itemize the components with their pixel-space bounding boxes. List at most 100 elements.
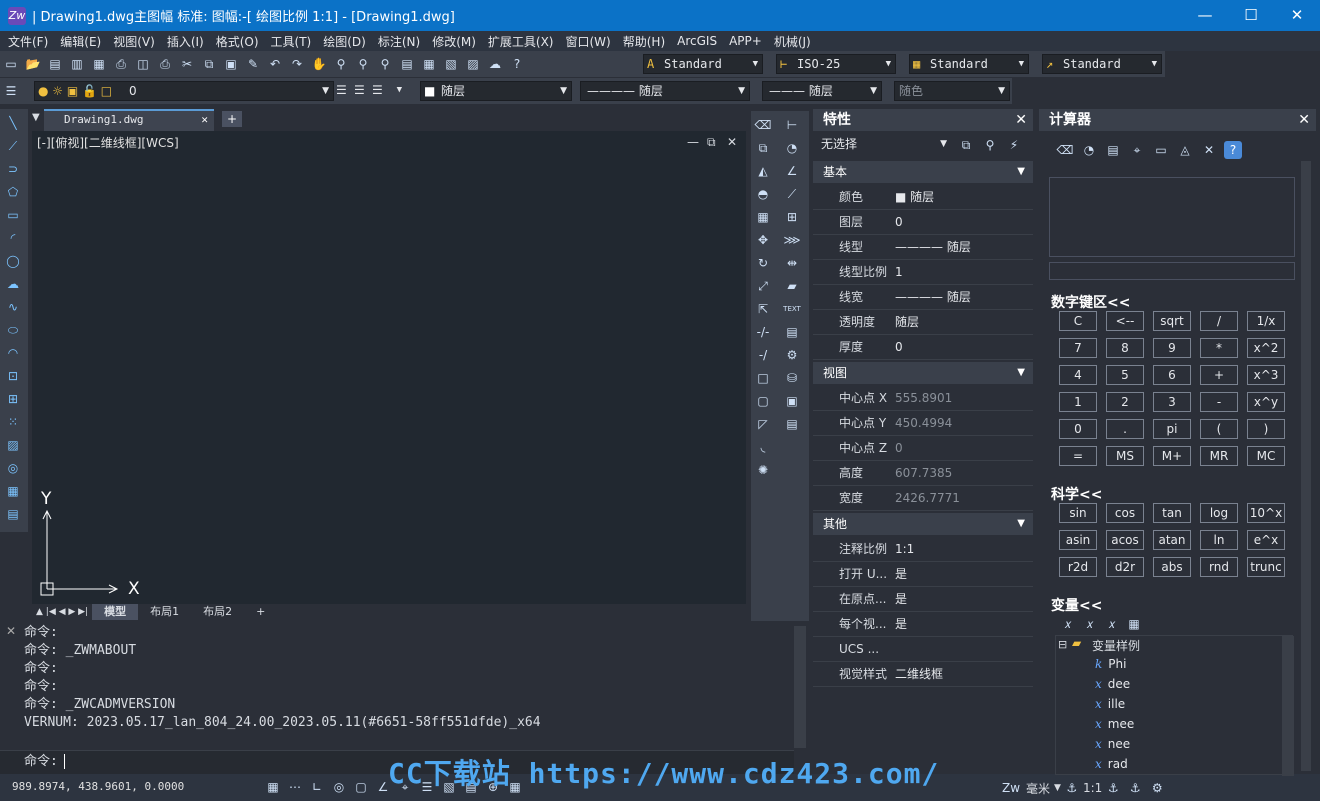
layer-previous-icon[interactable]: ☰ ☰ ☰: [336, 83, 383, 97]
cloud-icon[interactable]: ☁: [486, 55, 504, 73]
construction-line-icon[interactable]: ⟋: [4, 137, 22, 155]
point-icon[interactable]: ⁙: [4, 413, 22, 431]
menu-item-0[interactable]: 文件(F): [2, 33, 54, 50]
tab-layout2[interactable]: 布局2: [191, 604, 244, 620]
numpad-section-title[interactable]: 数字键区<<: [1051, 292, 1130, 312]
break-icon[interactable]: □: [754, 369, 772, 387]
dim-radius-icon[interactable]: ◔: [783, 139, 801, 157]
units-label[interactable]: 毫米: [1026, 780, 1050, 797]
menu-item-5[interactable]: 工具(T): [265, 33, 318, 50]
viewport-restore-icon[interactable]: ⧉: [707, 135, 716, 150]
join-icon[interactable]: ▢: [754, 392, 772, 410]
property-row[interactable]: 中心点 X 555.8901: [813, 386, 1033, 411]
menu-item-12[interactable]: ArcGIS: [671, 34, 723, 48]
cut-icon[interactable]: ✂: [178, 55, 196, 73]
property-row[interactable]: 颜色 ■ 随层: [813, 185, 1033, 210]
property-row[interactable]: 每个视... 是: [813, 612, 1033, 637]
line-icon[interactable]: ╲: [4, 114, 22, 132]
image-icon[interactable]: ▣: [783, 392, 801, 410]
sci-button[interactable]: abs: [1153, 557, 1191, 577]
copy-icon[interactable]: ⧉: [200, 55, 218, 73]
numpad-button[interactable]: +: [1200, 365, 1238, 385]
block-tool-icon[interactable]: ⚙: [783, 346, 801, 364]
numpad-button[interactable]: 0: [1059, 419, 1097, 439]
ortho-toggle-icon[interactable]: ∟: [308, 778, 326, 796]
sci-button[interactable]: d2r: [1106, 557, 1144, 577]
menu-item-8[interactable]: 修改(M): [426, 33, 482, 50]
distance-icon[interactable]: ▭: [1152, 141, 1170, 159]
numpad-button[interactable]: 2: [1106, 392, 1144, 412]
section-0-header[interactable]: 基本: [813, 161, 1033, 183]
dim-style-dropdown[interactable]: ⊢ ISO-25: [776, 54, 896, 74]
clear-icon[interactable]: ⌫: [1056, 141, 1074, 159]
match-properties-icon[interactable]: ✎: [244, 55, 262, 73]
menu-item-14[interactable]: 机械(J): [768, 33, 817, 50]
tab-drawing1[interactable]: Drawing1.dwg ✕: [44, 109, 214, 131]
sci-button[interactable]: r2d: [1059, 557, 1097, 577]
revision-cloud-icon[interactable]: ☁: [4, 275, 22, 293]
sci-button[interactable]: cos: [1106, 503, 1144, 523]
dim-space-icon[interactable]: ⇹: [783, 254, 801, 272]
section-1-header[interactable]: 视图: [813, 362, 1033, 384]
selection-dropdown[interactable]: 无选择: [817, 135, 951, 155]
numpad-button[interactable]: 4: [1059, 365, 1097, 385]
pan-icon[interactable]: ✋: [310, 55, 328, 73]
property-row[interactable]: 线型 ———— 随层: [813, 235, 1033, 260]
menu-item-9[interactable]: 扩展工具(X): [482, 33, 560, 50]
menu-item-6[interactable]: 绘图(D): [317, 33, 372, 50]
tree-collapse-icon[interactable]: ⊟: [1058, 638, 1067, 651]
viewport-close-icon[interactable]: ✕: [727, 135, 737, 149]
menu-item-1[interactable]: 编辑(E): [54, 33, 107, 50]
stretch-icon[interactable]: ⇱: [754, 300, 772, 318]
hatch-tool-icon[interactable]: ▰: [783, 277, 801, 295]
trim-icon[interactable]: -/-: [754, 323, 772, 341]
menu-item-2[interactable]: 视图(V): [107, 33, 161, 50]
tool-palette-icon[interactable]: ▧: [442, 55, 460, 73]
menu-item-10[interactable]: 窗口(W): [560, 33, 617, 50]
numpad-button[interactable]: 6: [1153, 365, 1191, 385]
dim-baseline-icon[interactable]: ⊞: [783, 208, 801, 226]
table-icon[interactable]: ▦: [4, 482, 22, 500]
menu-item-13[interactable]: APP+: [723, 34, 768, 48]
menu-item-4[interactable]: 格式(O): [210, 33, 265, 50]
annotation-visibility-icon[interactable]: ⚓: [1104, 779, 1122, 797]
numpad-button[interactable]: ): [1247, 419, 1285, 439]
insert-block-icon[interactable]: ⊡: [4, 367, 22, 385]
tab-layout1[interactable]: 布局1: [138, 604, 191, 620]
sci-button[interactable]: 10^x: [1247, 503, 1285, 523]
annotation-scale-icon[interactable]: ⚓: [1063, 779, 1081, 797]
property-row[interactable]: 中心点 Y 450.4994: [813, 411, 1033, 436]
tab-model[interactable]: 模型: [92, 604, 139, 620]
toggle-pickadd-icon[interactable]: ⧉: [957, 136, 975, 154]
ellipse-icon[interactable]: ⬭: [4, 321, 22, 339]
make-block-icon[interactable]: ⊞: [4, 390, 22, 408]
sci-button[interactable]: asin: [1059, 530, 1097, 550]
numpad-button[interactable]: 1: [1059, 392, 1097, 412]
array-icon[interactable]: ▦: [754, 208, 772, 226]
circle-icon[interactable]: ◯: [4, 252, 22, 270]
mleader-style-dropdown[interactable]: ↗ Standard: [1042, 54, 1162, 74]
zoom-realtime-icon[interactable]: ⚲: [332, 55, 350, 73]
numpad-button[interactable]: /: [1200, 311, 1238, 331]
osnap-toggle-icon[interactable]: ▢: [352, 778, 370, 796]
help-icon[interactable]: ?: [508, 55, 526, 73]
property-row[interactable]: 打开 U... 是: [813, 562, 1033, 587]
variable-item[interactable]: k Phi: [1095, 654, 1126, 674]
scientific-section-title[interactable]: 科学<<: [1051, 484, 1102, 504]
numpad-button[interactable]: MC: [1247, 446, 1285, 466]
get-coordinates-icon[interactable]: ⌖: [1128, 141, 1146, 159]
arc-icon[interactable]: ◜: [4, 229, 22, 247]
zwcad-status-icon[interactable]: Zw: [1002, 779, 1020, 797]
delete-variable-icon[interactable]: 𝑥: [1103, 615, 1121, 633]
linetype-dropdown[interactable]: ———— 随层: [580, 81, 750, 101]
property-row[interactable]: UCS ...: [813, 637, 1033, 662]
polyline-icon[interactable]: ⊃: [4, 160, 22, 178]
calc-scrollbar[interactable]: [1301, 161, 1311, 771]
layer-dropdown[interactable]: ● ☼ ▣ 🔓 □ 0: [34, 81, 334, 101]
sci-button[interactable]: e^x: [1247, 530, 1285, 550]
calc-help-icon[interactable]: ?: [1224, 141, 1242, 159]
sci-button[interactable]: rnd: [1200, 557, 1238, 577]
angle-icon[interactable]: ◬: [1176, 141, 1194, 159]
property-row[interactable]: 图层 0: [813, 210, 1033, 235]
property-row[interactable]: 宽度 2426.7771: [813, 486, 1033, 511]
